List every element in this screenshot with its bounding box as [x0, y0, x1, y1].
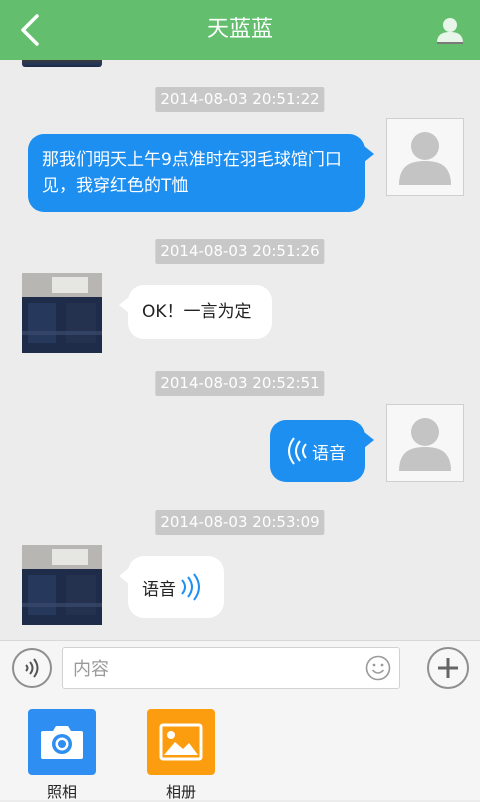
contact-avatar-partial [22, 60, 102, 67]
message-text: OK！一言为定 [142, 302, 252, 322]
picture-icon [159, 723, 203, 761]
incoming-voice-bubble[interactable]: 语音 [119, 556, 224, 618]
voice-label: 语音 [142, 579, 176, 600]
message-timestamp: 2014-08-03 20:52:51 [155, 371, 325, 396]
message-timestamp: 2014-08-03 20:51:26 [155, 239, 325, 264]
back-button[interactable] [0, 0, 60, 60]
chat-title: 天蓝蓝 [206, 17, 273, 42]
default-avatar-icon [399, 418, 451, 471]
contact-avatar[interactable] [22, 273, 102, 353]
message-timestamp: 2014-08-03 20:51:22 [155, 87, 325, 112]
contact-photo [22, 273, 102, 353]
add-attachment-button[interactable] [427, 647, 469, 689]
album-tile [147, 709, 215, 775]
album-label: 相册 [165, 783, 196, 801]
message-input-field[interactable] [62, 647, 400, 690]
camera-label: 照相 [46, 783, 77, 801]
message-list[interactable]: 2014-08-03 20:51:22 那我们明天上午9点准时在羽毛球馆门口见，… [0, 60, 480, 640]
emoji-button[interactable] [365, 655, 391, 681]
plus-icon [438, 658, 458, 678]
chevron-left-icon [21, 14, 39, 46]
voice-wave-icon [181, 573, 200, 601]
contact-photo [22, 545, 102, 625]
default-avatar-icon [399, 132, 451, 185]
message-text: 那我们明天上午9点准时在羽毛球馆门口见，我穿红色的T恤 [42, 150, 342, 196]
my-avatar[interactable] [386, 118, 464, 196]
voice-input-button[interactable] [12, 648, 52, 688]
voice-label: 语音 [312, 443, 346, 464]
incoming-text-bubble[interactable]: OK！一言为定 [119, 285, 272, 339]
person-icon [437, 18, 463, 44]
camera-button[interactable]: 照相 [28, 709, 96, 801]
composer-panel: 照相 相册 [0, 640, 480, 801]
smiley-icon [365, 655, 391, 681]
camera-tile [28, 709, 96, 775]
contact-avatar[interactable] [22, 545, 102, 625]
message-input[interactable] [71, 648, 365, 690]
outgoing-voice-bubble[interactable]: 语音 [270, 420, 374, 482]
title-bar: 天蓝蓝 [0, 0, 480, 60]
outgoing-text-bubble[interactable]: 那我们明天上午9点准时在羽毛球馆门口见，我穿红色的T恤 [28, 134, 374, 212]
contact-profile-button[interactable] [428, 8, 472, 52]
my-avatar[interactable] [386, 404, 464, 482]
voice-wave-icon [288, 437, 307, 465]
message-timestamp: 2014-08-03 20:53:09 [155, 510, 325, 535]
camera-icon [41, 726, 83, 759]
album-button[interactable]: 相册 [147, 709, 215, 801]
voice-wave-icon [25, 658, 39, 678]
